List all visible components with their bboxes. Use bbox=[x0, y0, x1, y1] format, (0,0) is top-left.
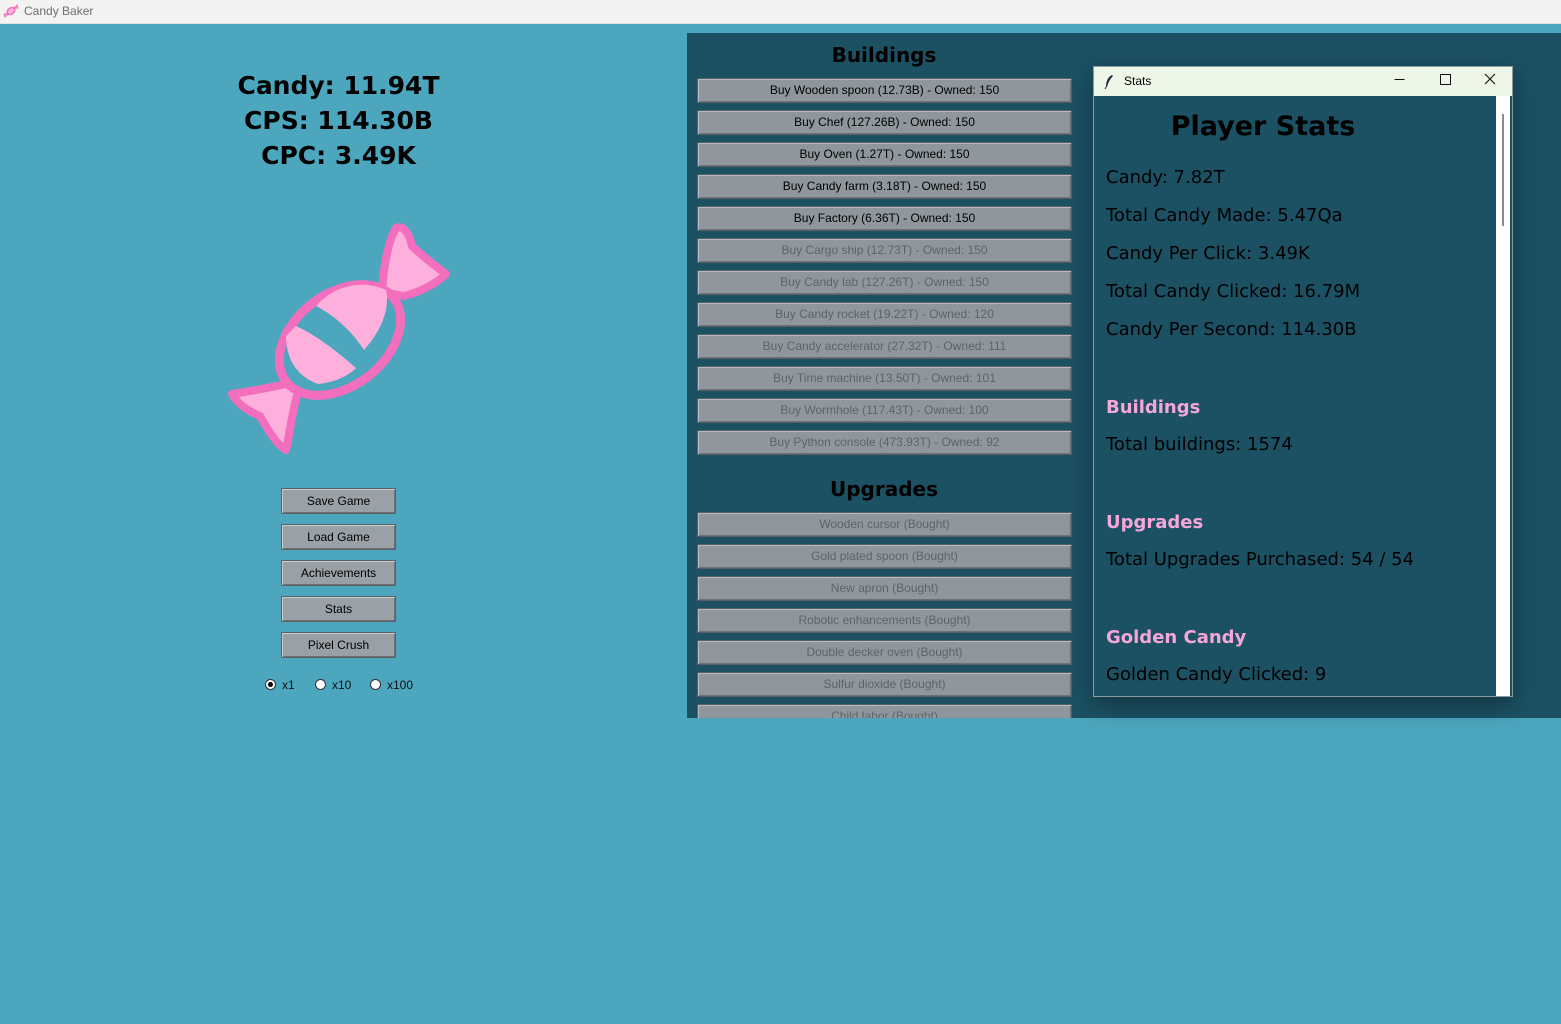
buy-time-machine-button[interactable]: Buy Time machine (13.50T) - Owned: 101 bbox=[697, 366, 1072, 391]
buy-wooden-spoon-button[interactable]: Buy Wooden spoon (12.73B) - Owned: 150 bbox=[697, 78, 1072, 103]
upgrade-sulfur-dioxide-button[interactable]: Sulfur dioxide (Bought) bbox=[697, 672, 1072, 697]
buy-factory-button[interactable]: Buy Factory (6.36T) - Owned: 150 bbox=[697, 206, 1072, 231]
achievements-button[interactable]: Achievements bbox=[281, 560, 396, 586]
scrollbar-thumb[interactable] bbox=[1502, 114, 1504, 226]
buy-candy-lab-button[interactable]: Buy Candy lab (127.26T) - Owned: 150 bbox=[697, 270, 1072, 295]
maximize-icon bbox=[1439, 74, 1451, 85]
maximize-button[interactable] bbox=[1422, 67, 1468, 96]
pixel-crush-button[interactable]: Pixel Crush bbox=[281, 632, 396, 658]
close-icon bbox=[1484, 73, 1496, 85]
radio-x1[interactable]: x1 bbox=[265, 678, 295, 692]
stats-upgrades-heading: Upgrades bbox=[1106, 512, 1204, 533]
buy-candy-farm-button[interactable]: Buy Candy farm (3.18T) - Owned: 150 bbox=[697, 174, 1072, 199]
stats-button[interactable]: Stats bbox=[281, 596, 396, 622]
stat-candy-per-second: Candy Per Second: 114.30B bbox=[1106, 319, 1357, 340]
stat-golden-candy-clicked: Golden Candy Clicked: 9 bbox=[1106, 664, 1327, 685]
player-stats-heading: Player Stats bbox=[1170, 111, 1356, 142]
cpc-counter: CPC: 3.49K bbox=[261, 141, 416, 170]
stat-total-candy-clicked: Total Candy Clicked: 16.79M bbox=[1106, 281, 1361, 302]
radio-label: x1 bbox=[282, 678, 295, 692]
radio-label: x100 bbox=[387, 678, 414, 692]
minimize-icon bbox=[1394, 79, 1404, 80]
save-game-button[interactable]: Save Game bbox=[281, 488, 396, 514]
wrapped-candy-icon bbox=[228, 223, 450, 454]
stat-total-upgrades: Total Upgrades Purchased: 54 / 54 bbox=[1106, 549, 1415, 570]
stat-candy-per-click: Candy Per Click: 3.49K bbox=[1106, 243, 1310, 264]
feather-icon bbox=[1104, 74, 1114, 93]
buy-cargo-ship-button[interactable]: Buy Cargo ship (12.73T) - Owned: 150 bbox=[697, 238, 1072, 263]
candy-icon bbox=[2, 3, 20, 23]
stats-scrollbar[interactable] bbox=[1496, 96, 1510, 696]
buy-chef-button[interactable]: Buy Chef (127.26B) - Owned: 150 bbox=[697, 110, 1072, 135]
stats-titlebar[interactable]: Stats bbox=[1094, 67, 1512, 96]
upgrade-child-labor-button[interactable]: Child labor (Bought) bbox=[697, 704, 1072, 718]
upgrade-robotic-enhancements-button[interactable]: Robotic enhancements (Bought) bbox=[697, 608, 1072, 633]
counters-panel: Candy: 11.94T CPS: 114.30B CPC: 3.49K bbox=[0, 68, 677, 173]
stats-window-title: Stats bbox=[1124, 74, 1152, 88]
buildings-heading: Buildings bbox=[831, 43, 937, 67]
buy-candy-rocket-button[interactable]: Buy Candy rocket (19.22T) - Owned: 120 bbox=[697, 302, 1072, 327]
radio-selected-indicator bbox=[265, 679, 276, 690]
buy-oven-button[interactable]: Buy Oven (1.27T) - Owned: 150 bbox=[697, 142, 1072, 167]
radio-indicator bbox=[315, 679, 326, 690]
radio-indicator bbox=[370, 679, 381, 690]
upgrade-wooden-cursor-button[interactable]: Wooden cursor (Bought) bbox=[697, 512, 1072, 537]
close-button[interactable] bbox=[1467, 67, 1513, 96]
upgrades-heading: Upgrades bbox=[829, 477, 939, 501]
upgrade-new-apron-button[interactable]: New apron (Bought) bbox=[697, 576, 1072, 601]
cps-counter: CPS: 114.30B bbox=[244, 106, 433, 135]
radio-x100[interactable]: x100 bbox=[370, 678, 413, 692]
buy-python-console-button[interactable]: Buy Python console (473.93T) - Owned: 92 bbox=[697, 430, 1072, 455]
candy-click-target[interactable] bbox=[224, 222, 454, 461]
stats-buildings-heading: Buildings bbox=[1106, 397, 1201, 418]
minimize-button[interactable] bbox=[1376, 67, 1422, 96]
upgrade-gold-plated-spoon-button[interactable]: Gold plated spoon (Bought) bbox=[697, 544, 1072, 569]
upgrade-double-decker-oven-button[interactable]: Double decker oven (Bought) bbox=[697, 640, 1072, 665]
stat-total-buildings: Total buildings: 1574 bbox=[1106, 434, 1293, 455]
buy-wormhole-button[interactable]: Buy Wormhole (117.43T) - Owned: 100 bbox=[697, 398, 1072, 423]
buy-candy-accelerator-button[interactable]: Buy Candy accelerator (27.32T) - Owned: … bbox=[697, 334, 1072, 359]
radio-label: x10 bbox=[332, 678, 352, 692]
stats-window: Stats Player Stats Candy: 7.82T Total Ca… bbox=[1093, 66, 1513, 697]
radio-x10[interactable]: x10 bbox=[315, 678, 351, 692]
stat-candy: Candy: 7.82T bbox=[1106, 167, 1225, 188]
stats-golden-candy-heading: Golden Candy bbox=[1106, 627, 1247, 648]
load-game-button[interactable]: Load Game bbox=[281, 524, 396, 550]
window-titlebar: Candy Baker bbox=[0, 0, 1561, 24]
stat-total-candy-made: Total Candy Made: 5.47Qa bbox=[1106, 205, 1343, 226]
candy-counter: Candy: 11.94T bbox=[237, 71, 440, 100]
window-title: Candy Baker bbox=[24, 4, 94, 18]
